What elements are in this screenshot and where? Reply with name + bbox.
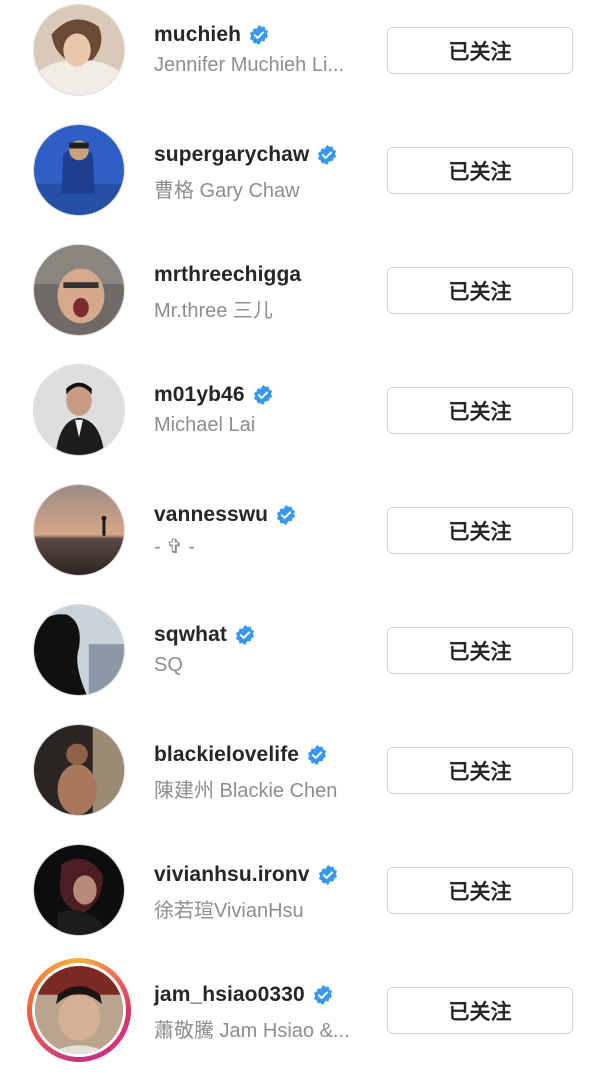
avatar[interactable]: [33, 844, 125, 936]
list-item[interactable]: supergarychaw 曹格 Gary Chaw 已关注: [0, 120, 600, 240]
list-item[interactable]: vivianhsu.ironv 徐若瑄VivianHsu 已关注: [0, 840, 600, 960]
full-name: 蕭敬騰 Jam Hsiao &...: [154, 1020, 350, 1042]
full-name: 徐若瑄VivianHsu: [154, 900, 304, 922]
username[interactable]: jam_hsiao0330: [154, 983, 305, 1007]
avatar[interactable]: [33, 364, 125, 456]
avatar-photo-icon: [34, 485, 124, 575]
verified-badge-icon: [248, 24, 270, 46]
full-name: 曹格 Gary Chaw: [154, 180, 300, 202]
full-name: Michael Lai: [154, 414, 256, 436]
following-button[interactable]: 已关注: [387, 867, 573, 914]
avatar[interactable]: [33, 604, 125, 696]
full-name: SQ: [154, 654, 183, 676]
following-button[interactable]: 已关注: [387, 267, 573, 314]
avatar-photo-icon: [34, 245, 124, 335]
avatar[interactable]: [33, 724, 125, 816]
full-name: - ✞ -: [154, 536, 196, 558]
following-button[interactable]: 已关注: [387, 147, 573, 194]
full-name: 陳建州 Blackie Chen: [154, 780, 338, 802]
list-item[interactable]: sqwhat SQ 已关注: [0, 600, 600, 720]
username[interactable]: vannesswu: [154, 503, 268, 527]
username[interactable]: blackielovelife: [154, 743, 299, 767]
full-name: Mr.three 三儿: [154, 300, 273, 322]
verified-badge-icon: [275, 504, 297, 526]
verified-badge-icon: [234, 624, 256, 646]
avatar-photo-icon: [34, 605, 124, 695]
list-item[interactable]: blackielovelife 陳建州 Blackie Chen 已关注: [0, 720, 600, 840]
avatar[interactable]: [32, 963, 126, 1057]
list-item[interactable]: m01yb46 Michael Lai 已关注: [0, 360, 600, 480]
avatar[interactable]: [33, 484, 125, 576]
username[interactable]: mrthreechigga: [154, 263, 301, 287]
avatar-story-ring[interactable]: [27, 958, 131, 1062]
avatar-photo-icon: [34, 725, 124, 815]
username[interactable]: sqwhat: [154, 623, 227, 647]
following-button[interactable]: 已关注: [387, 747, 573, 794]
avatar-photo-icon: [35, 966, 123, 1054]
avatar[interactable]: [33, 244, 125, 336]
list-item[interactable]: vannesswu - ✞ - 已关注: [0, 480, 600, 600]
avatar-photo-icon: [34, 845, 124, 935]
username[interactable]: m01yb46: [154, 383, 245, 407]
avatar-photo-icon: [34, 5, 124, 95]
following-button[interactable]: 已关注: [387, 627, 573, 674]
verified-badge-icon: [317, 864, 339, 886]
verified-badge-icon: [252, 384, 274, 406]
avatar-photo-icon: [34, 125, 124, 215]
username[interactable]: supergarychaw: [154, 143, 309, 167]
following-button[interactable]: 已关注: [387, 507, 573, 554]
list-item[interactable]: jam_hsiao0330 蕭敬騰 Jam Hsiao &... 已关注: [0, 958, 600, 1080]
avatar[interactable]: [33, 124, 125, 216]
verified-badge-icon: [312, 984, 334, 1006]
username[interactable]: muchieh: [154, 23, 241, 47]
list-item[interactable]: muchieh Jennifer Muchieh Li... 已关注: [0, 0, 600, 120]
list-item[interactable]: mrthreechigga Mr.three 三儿 已关注: [0, 240, 600, 360]
verified-badge-icon: [306, 744, 328, 766]
following-button[interactable]: 已关注: [387, 27, 573, 74]
full-name: Jennifer Muchieh Li...: [154, 54, 345, 76]
following-button[interactable]: 已关注: [387, 387, 573, 434]
avatar[interactable]: [33, 4, 125, 96]
following-button[interactable]: 已关注: [387, 987, 573, 1034]
username[interactable]: vivianhsu.ironv: [154, 863, 310, 887]
verified-badge-icon: [316, 144, 338, 166]
avatar-photo-icon: [34, 365, 124, 455]
